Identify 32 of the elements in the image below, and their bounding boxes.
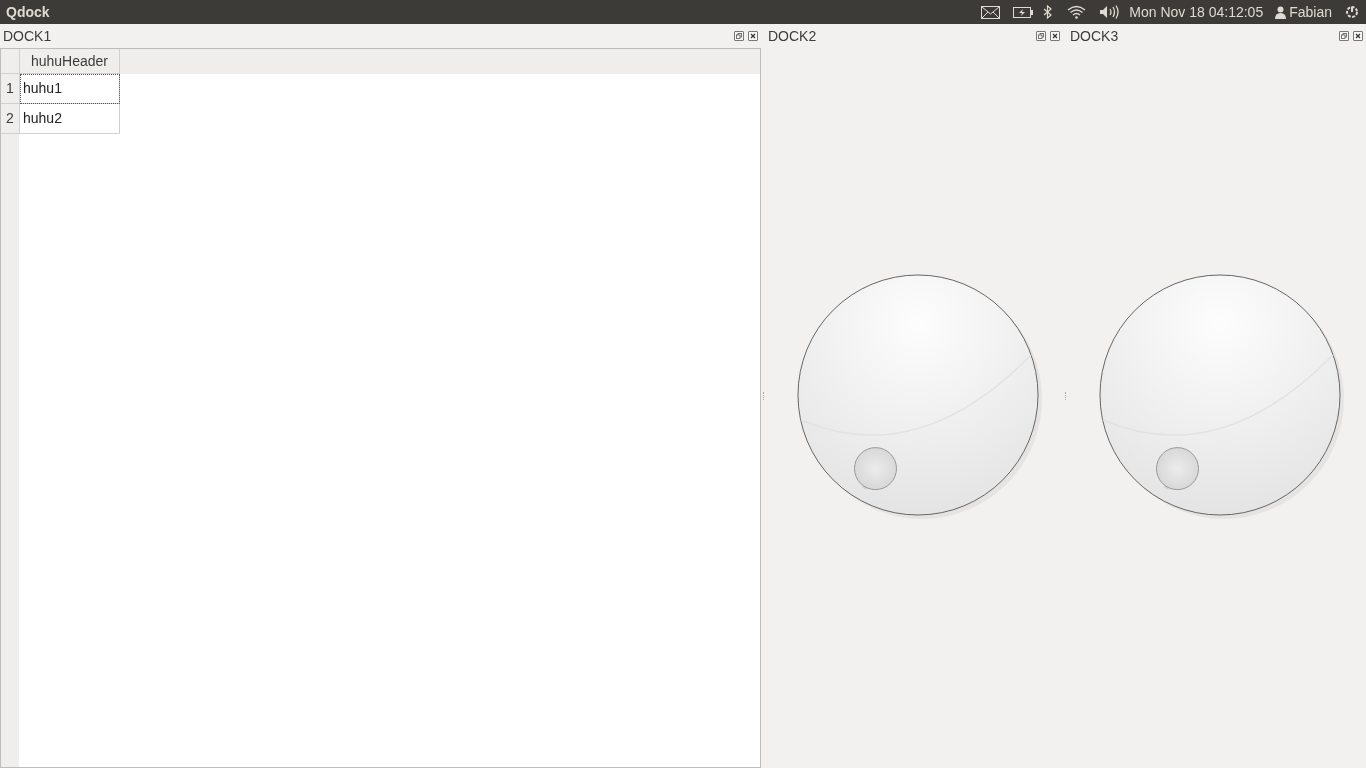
table-cell[interactable]: huhu1 — [20, 74, 120, 104]
column-header[interactable]: huhuHeader — [20, 49, 120, 74]
row-header[interactable]: 1 — [1, 74, 20, 104]
app-title: Qdock — [6, 2, 50, 22]
close-button[interactable] — [1353, 31, 1363, 41]
splitter-handle[interactable] — [1064, 392, 1066, 400]
user-icon — [1275, 5, 1287, 19]
mail-icon[interactable] — [981, 5, 1001, 19]
close-icon — [1052, 33, 1058, 39]
dock-title: DOCK1 — [2, 26, 52, 46]
clock[interactable]: Mon Nov 18 04:12:05 — [1129, 1, 1264, 23]
bluetooth-icon[interactable] — [1043, 4, 1053, 20]
float-icon — [736, 33, 742, 39]
wifi-icon[interactable] — [1067, 5, 1087, 19]
row-header[interactable]: 2 — [1, 104, 20, 134]
close-button[interactable] — [748, 31, 758, 41]
float-icon — [1341, 33, 1347, 39]
float-button[interactable] — [734, 31, 744, 41]
float-icon — [1038, 33, 1044, 39]
table-cell[interactable]: huhu2 — [20, 104, 120, 134]
float-button[interactable] — [1036, 31, 1046, 41]
float-button[interactable] — [1339, 31, 1349, 41]
battery-icon[interactable] — [1013, 6, 1034, 18]
close-icon — [1355, 33, 1361, 39]
close-icon — [750, 33, 756, 39]
volume-icon[interactable] — [1099, 5, 1120, 19]
splitter-handle[interactable] — [762, 392, 764, 400]
dock-title: DOCK2 — [767, 26, 817, 46]
power-gear-icon[interactable] — [1344, 4, 1360, 20]
user-name[interactable]: Fabian — [1289, 1, 1332, 23]
close-button[interactable] — [1050, 31, 1060, 41]
dock-title: DOCK3 — [1069, 26, 1119, 46]
